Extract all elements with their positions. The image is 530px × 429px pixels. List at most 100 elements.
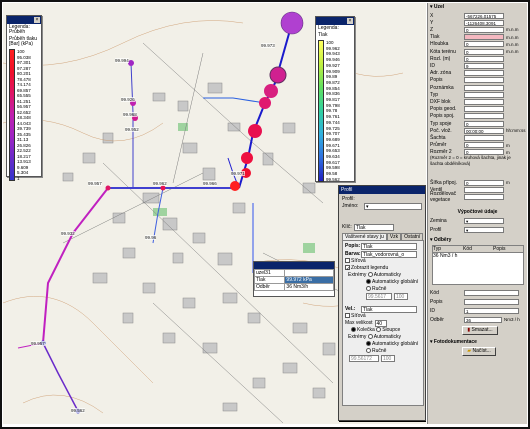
- popis-input[interactable]: [464, 298, 519, 305]
- tab-ostatni[interactable]: Ostatní: [401, 233, 424, 240]
- min2-input[interactable]: 99.56172: [349, 355, 379, 362]
- radio-auto-global[interactable]: [366, 279, 371, 285]
- odber-input[interactable]: 36: [464, 316, 502, 323]
- legend-right[interactable]: × Legenda: Tlak 100 99.962 99.943 99.946 99.…: [315, 16, 355, 182]
- table-row: Tlak 99.972 kPa: [253, 276, 334, 284]
- popis-label: Popis: [430, 298, 443, 305]
- legenda-checkbox[interactable]: ✓: [345, 265, 350, 272]
- property-input[interactable]: 0: [464, 48, 504, 55]
- radio-auto-global2[interactable]: [366, 341, 371, 347]
- property-input[interactable]: 0: [464, 142, 504, 149]
- profile-dialog[interactable]: Profil Profil: Jméno: ▾ Klíč: Tlak Vaštven…: [338, 185, 426, 421]
- max-size-input[interactable]: 40: [374, 320, 387, 327]
- sitova-label: Síťová: [351, 258, 366, 264]
- jmeno-select[interactable]: ▾: [364, 203, 422, 210]
- map-label: 99.562: [71, 408, 85, 413]
- radio-auto2[interactable]: [367, 334, 373, 340]
- profil-label: Profil: [430, 226, 442, 233]
- profil-select[interactable]: ▾: [464, 226, 504, 233]
- property-label: ID: [430, 62, 435, 69]
- odbery-header-text: Odběry: [433, 237, 452, 243]
- property-input[interactable]: -1126408.3091: [464, 19, 504, 26]
- dialog-title: Profil: [339, 186, 425, 194]
- barva-select[interactable]: Tlak_vodorovná_o: [361, 251, 417, 258]
- legend-tick: 99.653: [326, 148, 340, 154]
- node-info-popup[interactable]: uzel31 Tlak 99.972 kPa Odběr 36 Nm3/h: [253, 261, 335, 297]
- legend-tick: 99.598: [326, 165, 340, 171]
- property-input[interactable]: [464, 98, 504, 105]
- legend-tick: 99.78: [326, 108, 338, 114]
- property-input[interactable]: -567226.01575: [464, 12, 504, 19]
- sitova-checkbox[interactable]: [345, 258, 350, 264]
- property-label: Adr. zóna: [430, 70, 452, 77]
- max-input[interactable]: 100: [394, 293, 408, 300]
- radio-rucne-label: Ručně: [372, 286, 387, 292]
- property-input[interactable]: [464, 113, 504, 120]
- legend-tick: 99.671: [326, 142, 340, 148]
- vel-select[interactable]: Tlak: [361, 306, 417, 313]
- col-popis: Popis: [493, 246, 506, 252]
- max-size-label: Max velikost: [345, 320, 373, 326]
- property-input[interactable]: 0: [464, 41, 504, 48]
- property-label: Tlak: [430, 34, 440, 41]
- property-input[interactable]: [464, 84, 504, 91]
- popis-select[interactable]: Tlak: [361, 243, 417, 250]
- legend-left[interactable]: × Legenda: Průběh Průběh tlaku [Bar] (kP…: [6, 15, 42, 181]
- radio-rucne2[interactable]: [366, 348, 371, 354]
- property-input[interactable]: 00:00:00: [464, 127, 504, 134]
- radio-sloupce[interactable]: [376, 327, 382, 333]
- table-row[interactable]: 36 Nm3 / h: [433, 253, 523, 259]
- property-input[interactable]: [464, 186, 504, 193]
- id-input[interactable]: 1: [464, 307, 519, 314]
- klic-input[interactable]: Tlak: [354, 224, 394, 231]
- property-input[interactable]: [464, 34, 504, 41]
- property-input[interactable]: 0: [464, 55, 504, 62]
- property-input[interactable]: 0: [464, 26, 504, 33]
- property-input[interactable]: 9: [464, 62, 504, 69]
- property-input[interactable]: 0: [464, 120, 504, 127]
- id-label: ID: [430, 307, 435, 314]
- property-row: Rozdělovač vegetace: [430, 191, 506, 203]
- property-input[interactable]: [464, 134, 504, 141]
- map-label: 99.952: [125, 127, 139, 132]
- nacist-button[interactable]: ▰ Načíst...: [462, 347, 496, 356]
- legend-tick: 39.739: [17, 126, 31, 132]
- property-row: Popis: [430, 77, 506, 84]
- map-label: 99.994: [115, 58, 129, 63]
- nacist-label: Načíst...: [472, 348, 491, 354]
- pipeline-network: [17, 22, 293, 412]
- property-input[interactable]: [464, 70, 504, 77]
- cell: [284, 269, 334, 277]
- property-row: Hloubka 0 m.n.m: [430, 41, 519, 48]
- legend-tick: 99.707: [326, 131, 340, 137]
- odbery-table[interactable]: Typ Kód Popis 36 Nm3 / h: [432, 245, 524, 285]
- property-input[interactable]: [464, 106, 504, 113]
- tab-vzk[interactable]: Vzk: [386, 233, 402, 240]
- close-icon[interactable]: ×: [34, 17, 40, 23]
- property-row: Popis geod.: [430, 106, 506, 113]
- property-input[interactable]: [464, 91, 504, 98]
- sitova2-checkbox[interactable]: [345, 313, 350, 319]
- map-label: 99.926: [121, 97, 135, 102]
- kod-input[interactable]: [464, 289, 519, 296]
- pressure-markers: [40, 11, 304, 414]
- property-input[interactable]: 0: [464, 179, 504, 186]
- property-unit: m: [506, 142, 510, 148]
- close-icon[interactable]: ×: [347, 18, 353, 24]
- zemina-select[interactable]: ▾: [464, 217, 504, 224]
- radio-kolecka[interactable]: [351, 327, 356, 333]
- min-input[interactable]: 99.5617: [366, 293, 392, 300]
- radio-rucne[interactable]: [366, 286, 371, 292]
- radio-auto2-label: Automaticky: [373, 334, 401, 340]
- smazat-button[interactable]: ▮ Smazat...: [462, 326, 498, 335]
- max2-input[interactable]: 100: [381, 355, 395, 362]
- tab-vazene[interactable]: Vaštvené stavy ju: [342, 233, 387, 240]
- property-input[interactable]: [464, 193, 504, 200]
- radio-auto[interactable]: [367, 272, 373, 278]
- legend-tick: 18.217: [17, 153, 31, 159]
- legend-tick: 99.946: [326, 57, 340, 63]
- property-input[interactable]: [464, 77, 504, 84]
- map-view[interactable]: 99.994 99.926 99.968 99.952 99.973 99.97…: [3, 3, 426, 424]
- legend-tick: 13.913: [17, 159, 31, 165]
- map-label: 99.957: [31, 341, 45, 346]
